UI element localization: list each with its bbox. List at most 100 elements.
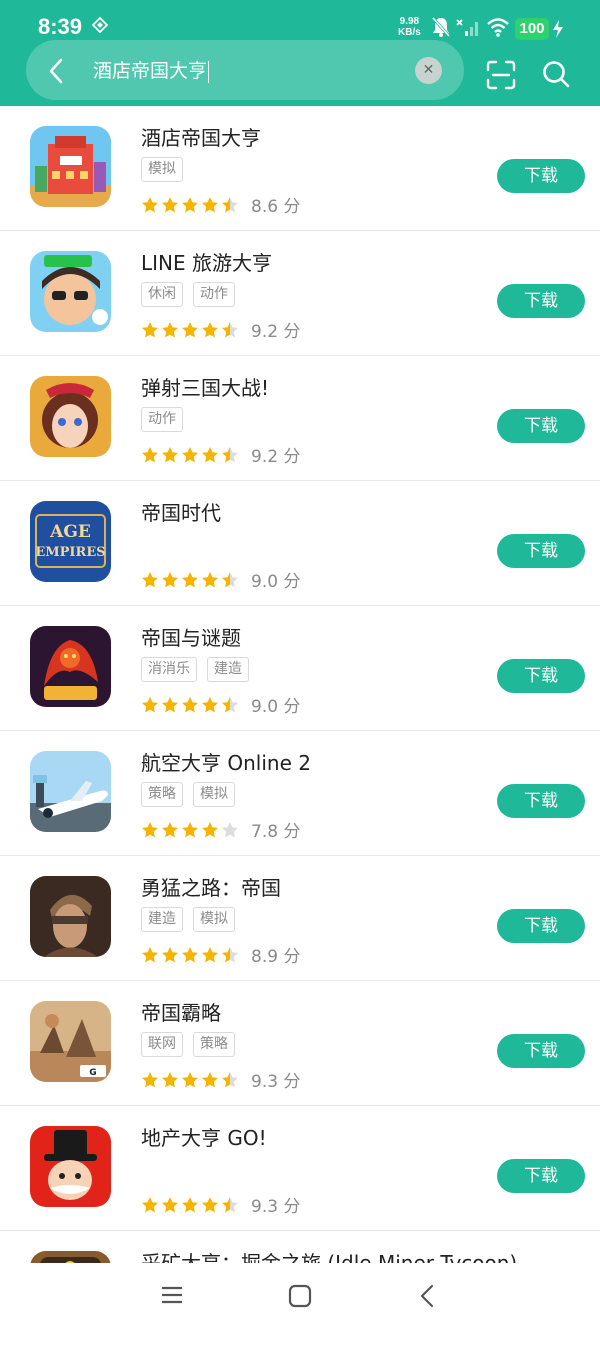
star-full-icon <box>182 821 198 837</box>
battery-level: 100 <box>515 18 549 40</box>
app-tag: 模拟 <box>141 157 183 182</box>
search-input[interactable]: 酒店帝国大亨 <box>93 58 210 84</box>
app-name: 弹射三国大战! <box>141 376 270 400</box>
app-row-line-tycoon[interactable]: LINE 旅游大亨 休闲 动作 9.2 分 下载 <box>0 231 600 356</box>
star-half-icon <box>222 446 238 462</box>
app-tag: 动作 <box>141 407 183 432</box>
back-arrow-icon[interactable] <box>46 57 66 85</box>
star-full-icon <box>162 1071 178 1087</box>
search-results-list: 酒店帝国大亨 模拟 8.6 分 下载 LINE 旅游大亨 休闲 动作 9.2 分 … <box>0 106 600 1355</box>
star-full-icon <box>142 446 158 462</box>
app-score: 8.6 分 <box>251 197 301 217</box>
app-row-monopoly-go[interactable]: 地产大亨 GO! 9.3 分 下载 <box>0 1106 600 1231</box>
notification-diamond-icon <box>92 17 108 33</box>
star-half-icon <box>222 946 238 962</box>
app-tag: 策略 <box>141 782 183 807</box>
app-score: 9.3 分 <box>251 1197 301 1217</box>
star-full-icon <box>202 446 218 462</box>
app-rating: 8.9 分 <box>141 942 300 967</box>
scan-icon[interactable] <box>486 60 516 90</box>
app-name: 酒店帝国大亨 <box>141 126 261 150</box>
app-row-airline-tycoon[interactable]: 航空大亨 Online 2 策略 模拟 7.8 分 下载 <box>0 731 600 856</box>
star-half-icon <box>222 1196 238 1212</box>
download-button[interactable]: 下载 <box>497 784 585 818</box>
march-of-empires-app-icon: G <box>30 1001 111 1082</box>
star-half-icon <box>222 696 238 712</box>
app-tags: 消消乐 建造 <box>141 657 259 682</box>
star-full-icon <box>202 196 218 212</box>
app-score: 9.3 分 <box>251 1072 301 1092</box>
app-score: 7.8 分 <box>251 822 301 842</box>
app-tags: 模拟 <box>141 157 193 182</box>
download-button[interactable]: 下载 <box>497 159 585 193</box>
download-button[interactable]: 下载 <box>497 1034 585 1068</box>
app-tags: 策略 模拟 <box>141 782 245 807</box>
app-row-march-of-empires[interactable]: G 帝国霸略 联网 策略 9.3 分 下载 <box>0 981 600 1106</box>
download-button[interactable]: 下载 <box>497 909 585 943</box>
app-name: 勇猛之路：帝国 <box>141 876 281 900</box>
app-tags: 休闲 动作 <box>141 282 245 307</box>
download-button[interactable]: 下载 <box>497 409 585 443</box>
app-tag: 策略 <box>193 1032 235 1057</box>
road-to-empire-app-icon <box>30 876 111 957</box>
svg-text:EMPIRES: EMPIRES <box>35 545 105 560</box>
star-full-icon <box>182 696 198 712</box>
age-of-empires-app-icon: AGE EMPIRES <box>30 501 111 582</box>
app-row-age-of-empires[interactable]: AGE EMPIRES 帝国时代 9.0 分 下载 <box>0 481 600 606</box>
app-row-road-to-empire[interactable]: 勇猛之路：帝国 建造 模拟 8.9 分 下载 <box>0 856 600 981</box>
app-rating: 7.8 分 <box>141 817 300 842</box>
three-kingdoms-app-icon <box>30 376 111 457</box>
star-full-icon <box>182 1071 198 1087</box>
app-rating: 9.0 分 <box>141 692 300 717</box>
wifi-icon <box>487 18 509 37</box>
home-icon[interactable] <box>288 1284 312 1308</box>
star-full-icon <box>162 1196 178 1212</box>
signal-icon <box>456 19 478 36</box>
star-full-icon <box>182 446 198 462</box>
star-full-icon <box>202 946 218 962</box>
app-row-three-kingdoms[interactable]: 弹射三国大战! 动作 9.2 分 下载 <box>0 356 600 481</box>
app-name: 帝国霸略 <box>141 1001 221 1025</box>
app-name: 航空大亨 Online 2 <box>141 751 311 775</box>
app-tag: 动作 <box>193 282 235 307</box>
airline-tycoon-app-icon <box>30 751 111 832</box>
download-button[interactable]: 下载 <box>497 659 585 693</box>
app-row-hotel-empire[interactable]: 酒店帝国大亨 模拟 8.6 分 下载 <box>0 106 600 231</box>
line-tycoon-app-icon <box>30 251 111 332</box>
monopoly-go-app-icon <box>30 1126 111 1207</box>
back-icon[interactable] <box>418 1284 436 1308</box>
download-button[interactable]: 下载 <box>497 284 585 318</box>
star-full-icon <box>202 821 218 837</box>
star-full-icon <box>142 1071 158 1087</box>
app-rating: 9.2 分 <box>141 317 300 342</box>
text-caret <box>208 60 210 83</box>
clear-icon[interactable]: ✕ <box>415 57 442 84</box>
app-row-empires-puzzles[interactable]: 帝国与谜题 消消乐 建造 9.0 分 下载 <box>0 606 600 731</box>
star-half-icon <box>222 321 238 337</box>
star-full-icon <box>202 696 218 712</box>
download-button[interactable]: 下载 <box>497 1159 585 1193</box>
app-tag: 消消乐 <box>141 657 197 682</box>
app-tags: 动作 <box>141 407 193 432</box>
app-name: 帝国与谜题 <box>141 626 241 650</box>
search-icon[interactable] <box>541 59 571 89</box>
star-empty-icon <box>222 821 238 837</box>
star-full-icon <box>142 1196 158 1212</box>
download-button[interactable]: 下载 <box>497 534 585 568</box>
app-tag: 建造 <box>207 657 249 682</box>
app-rating: 9.3 分 <box>141 1067 300 1092</box>
search-bar[interactable] <box>26 40 464 100</box>
app-tags: 建造 模拟 <box>141 907 245 932</box>
app-name: 帝国时代 <box>141 501 221 525</box>
app-name: 地产大亨 GO! <box>141 1126 267 1150</box>
app-tag: 联网 <box>141 1032 183 1057</box>
app-rating: 9.2 分 <box>141 442 300 467</box>
star-full-icon <box>182 571 198 587</box>
star-full-icon <box>162 696 178 712</box>
star-full-icon <box>142 696 158 712</box>
star-full-icon <box>162 571 178 587</box>
star-full-icon <box>162 446 178 462</box>
app-tag: 模拟 <box>193 782 235 807</box>
app-rating: 9.0 分 <box>141 567 300 592</box>
menu-icon[interactable] <box>161 1284 183 1306</box>
